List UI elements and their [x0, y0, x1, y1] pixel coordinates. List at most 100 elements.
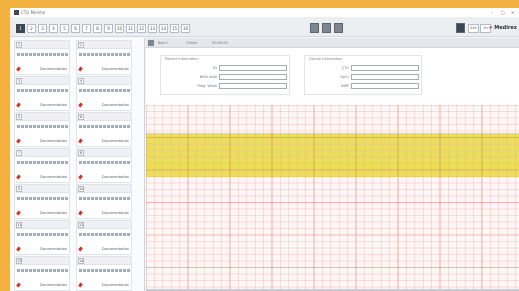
bed-tile[interactable]: 6 Documentation — [76, 112, 132, 147]
bed-button-11[interactable]: 11 — [126, 24, 135, 33]
bed-tile[interactable]: 9 Documentation — [14, 184, 70, 219]
tile-header: 2 — [77, 41, 131, 49]
tile-label: Documentation — [40, 139, 67, 143]
ctg-input[interactable] — [351, 65, 419, 71]
tile-vitals — [17, 269, 69, 272]
patient-field-row: ID — [161, 65, 289, 71]
bed-tile[interactable]: 10 Documentation — [76, 184, 132, 219]
maximize-button[interactable]: □ — [501, 9, 505, 16]
pen-icon[interactable] — [78, 66, 83, 72]
tile-bed-number: 7 — [16, 150, 22, 156]
pen-icon[interactable] — [16, 174, 21, 180]
app-window: CTG Monitor – □ × 1 2 3 4 5 6 7 8 9 10 11 12 13 14 15 1… — [10, 8, 519, 291]
bed-button-1[interactable]: 1 — [16, 24, 25, 33]
pen-icon[interactable] — [16, 246, 21, 252]
bed-button-15[interactable]: 15 — [170, 24, 179, 33]
bed-tile[interactable]: 8 Documentation — [76, 148, 132, 183]
bed-tile[interactable]: 14 Documentation — [76, 256, 132, 291]
tile-label: Documentation — [40, 283, 67, 287]
bed-tile[interactable]: 13 Documentation — [14, 256, 70, 291]
bed-tile[interactable]: 11 Documentation — [14, 220, 70, 255]
bed-button-8[interactable]: 8 — [93, 24, 102, 33]
bed-button-13[interactable]: 13 — [148, 24, 157, 33]
bed-button-3[interactable]: 3 — [38, 24, 47, 33]
pen-icon[interactable] — [78, 174, 83, 180]
bed-button-14[interactable]: 14 — [159, 24, 168, 33]
pen-icon[interactable] — [16, 102, 21, 108]
bed-tile-sidebar: 1 Documentation 2 Documentation 3 Documentati… — [10, 38, 145, 291]
bed-button-6[interactable]: 6 — [71, 24, 80, 33]
brand-logo: ➜ Medirex — [488, 25, 517, 31]
pen-icon[interactable] — [78, 246, 83, 252]
bed-button-7[interactable]: 7 — [82, 24, 91, 33]
patient-panel-title: Patient Information — [165, 57, 199, 61]
pen-icon[interactable] — [78, 102, 83, 108]
bed-tile[interactable]: 3 Documentation — [14, 76, 70, 111]
minimize-button[interactable]: – — [491, 9, 493, 16]
brand-arrow-icon: ➜ — [488, 25, 493, 31]
tile-bed-number: 14 — [78, 258, 84, 264]
tile-bed-number: 10 — [78, 186, 84, 192]
layout-grid-button[interactable] — [310, 23, 319, 33]
tile-vitals — [17, 197, 69, 200]
tile-header: 8 — [77, 149, 131, 157]
tile-header: 7 — [15, 149, 69, 157]
pen-icon[interactable] — [78, 210, 83, 216]
close-button[interactable]: × — [511, 9, 514, 16]
tile-header: 12 — [77, 221, 131, 229]
bed-button-12[interactable]: 12 — [137, 24, 146, 33]
layout-list-button[interactable] — [322, 23, 331, 33]
bed-button-5[interactable]: 5 — [60, 24, 69, 33]
tile-vitals — [79, 53, 131, 56]
patient-id-input[interactable] — [219, 65, 287, 71]
bed-tile[interactable]: 4 Documentation — [76, 76, 132, 111]
ctg-trace-grid[interactable] — [146, 105, 519, 291]
device-info-panel: Device Information CTG SpO₂ NIBP — [304, 55, 422, 95]
tile-bed-number: 11 — [16, 222, 22, 228]
tile-label: Documentation — [102, 175, 129, 179]
tile-vitals — [17, 125, 69, 128]
header-name: Bed 1 — [158, 41, 169, 45]
device-field-row: CTG — [305, 65, 421, 71]
bed-tile[interactable]: 7 Documentation — [14, 148, 70, 183]
patient-field-row: Preg. Week — [161, 83, 289, 89]
pen-icon[interactable] — [78, 282, 83, 288]
patient-field-row: Birth date — [161, 74, 289, 80]
tile-vitals — [79, 269, 131, 272]
pen-icon[interactable] — [16, 210, 21, 216]
layout-single-button[interactable] — [334, 23, 343, 33]
bed-tile[interactable]: 5 Documentation — [14, 112, 70, 147]
bed-tile[interactable]: 1 Documentation — [14, 40, 70, 75]
pen-icon[interactable] — [16, 138, 21, 144]
field-label: Birth date — [199, 75, 217, 79]
bed-button-16[interactable]: 16 — [181, 24, 190, 33]
birth-date-input[interactable] — [219, 74, 287, 80]
pen-icon[interactable] — [16, 282, 21, 288]
tile-label: Documentation — [40, 103, 67, 107]
bed-tile[interactable]: 2 Documentation — [76, 40, 132, 75]
tile-label: Documentation — [40, 67, 67, 71]
main-header: Bed 1 Online 00:00:00 — [146, 38, 519, 48]
alarm-button[interactable] — [456, 23, 465, 33]
header-time: 00:00:00 — [212, 41, 228, 45]
bed-button-4[interactable]: 4 — [49, 24, 58, 33]
range-24h-button[interactable]: 24h — [468, 24, 479, 33]
bed-button-9[interactable]: 9 — [104, 24, 113, 33]
tile-vitals — [17, 53, 69, 56]
tile-label: Documentation — [102, 283, 129, 287]
tile-header: 3 — [15, 77, 69, 85]
bed-button-2[interactable]: 2 — [27, 24, 36, 33]
nibp-input[interactable] — [351, 83, 419, 89]
pen-icon[interactable] — [16, 66, 21, 72]
pregnancy-week-input[interactable] — [219, 83, 287, 89]
menu-icon[interactable] — [148, 40, 154, 46]
spo2-input[interactable] — [351, 74, 419, 80]
bed-button-10[interactable]: 10 — [115, 24, 124, 33]
tile-bed-number: 8 — [78, 150, 84, 156]
tile-label: Documentation — [102, 67, 129, 71]
bed-tile[interactable]: 12 Documentation — [76, 220, 132, 255]
tile-label: Documentation — [40, 247, 67, 251]
tile-vitals — [79, 197, 131, 200]
tile-bed-number: 3 — [16, 78, 22, 84]
pen-icon[interactable] — [78, 138, 83, 144]
